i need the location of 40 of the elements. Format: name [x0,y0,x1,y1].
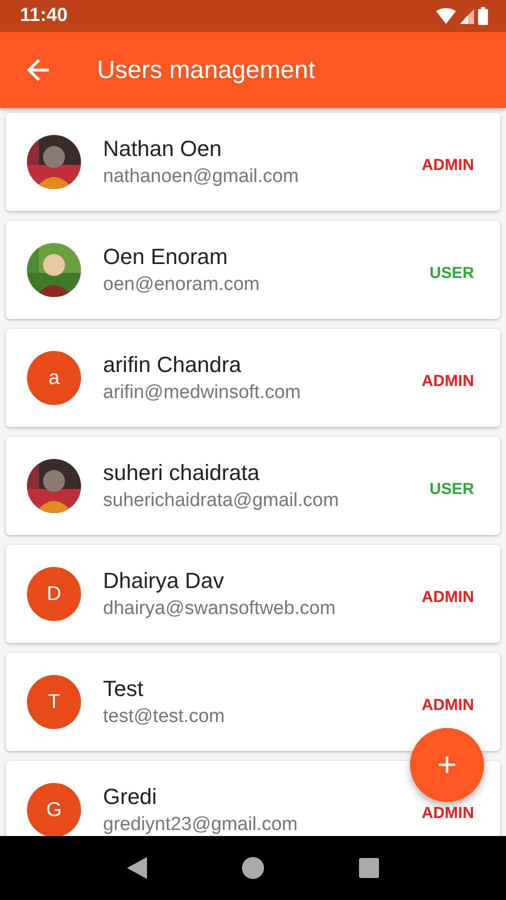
role-label: ADMIN [422,697,474,715]
role-label: ADMIN [422,157,474,175]
home-nav-button[interactable] [242,857,264,879]
back-button[interactable] [26,57,52,83]
user-email: grediynt23@gmail.com [103,814,299,836]
user-email: test@test.com [103,706,226,728]
user-email: nathanoen@gmail.com [103,166,300,188]
user-email: suherichaidrata@gmail.com [103,490,340,512]
status-time: 11:40 [20,5,68,27]
role-label: USER [430,265,474,283]
user-name: Test [103,676,144,702]
role-label: ADMIN [422,805,474,823]
avatar-letter: T [27,675,81,729]
back-nav-button[interactable] [127,857,148,879]
user-email: dhairya@swansoftweb.com [103,598,337,620]
user-email: arifin@medwinsoft.com [103,382,302,404]
user-name: suheri chaidrata [103,460,261,486]
recents-nav-button[interactable] [358,858,379,878]
user-name: Gredi [103,784,158,810]
user-card[interactable]: Nathan Oen nathanoen@gmail.com ADMIN [6,113,500,211]
user-name: Nathan Oen [103,136,223,162]
signal-icon [460,8,474,24]
screen-title: Users management [97,56,316,84]
user-name: arifin Chandra [103,352,242,378]
user-email: oen@enoram.com [103,274,261,296]
user-name: Dhairya Dav [103,568,226,594]
avatar-letter: G [27,783,81,836]
avatar-letter: D [27,567,81,621]
battery-icon [478,7,488,25]
role-label: USER [430,481,474,499]
user-card[interactable]: D Dhairya Dav dhairya@swansoftweb.com ADMIN [6,545,500,643]
role-label: ADMIN [422,373,474,391]
user-name: Oen Enoram [103,244,229,270]
avatar-letter: a [27,351,81,405]
role-label: ADMIN [422,589,474,607]
user-card[interactable]: T Test test@test.com ADMIN [6,653,500,751]
user-card[interactable]: Oen Enoram oen@enoram.com USER [6,221,500,319]
user-card[interactable]: a arifin Chandra arifin@medwinsoft.com ADMIN [6,329,500,427]
wifi-icon [436,8,456,24]
user-card[interactable]: suheri chaidrata suherichaidrata@gmail.com USER [6,437,500,535]
